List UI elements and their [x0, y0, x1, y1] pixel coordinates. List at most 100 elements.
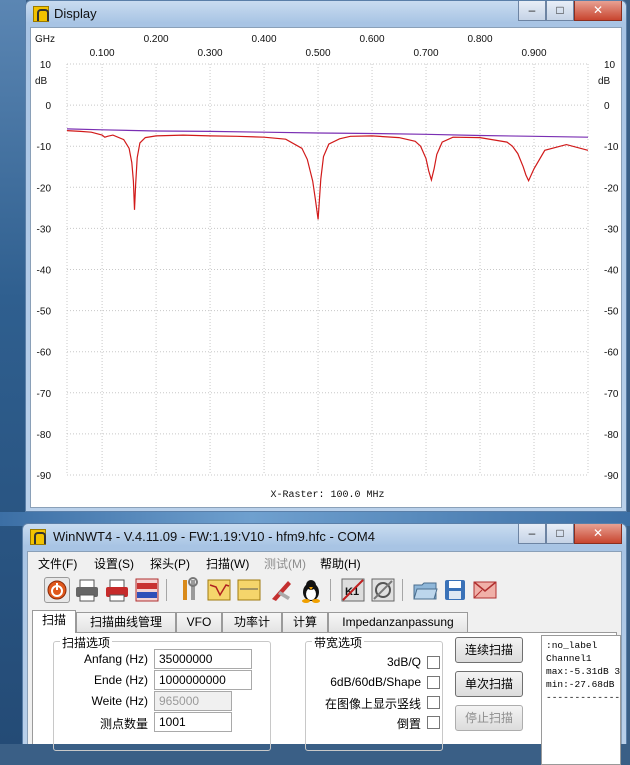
y-tick-label-right: -80 — [604, 430, 619, 441]
menu-help[interactable]: 帮助(H) — [320, 555, 361, 572]
scan-options-title: 扫描选项 — [60, 634, 113, 651]
menu-settings[interactable]: 设置(S) — [94, 555, 134, 572]
export-image-button[interactable] — [134, 577, 160, 603]
menu-scan[interactable]: 扫描(W) — [206, 555, 249, 572]
y-tick-label-right: -50 — [604, 307, 619, 318]
db-button[interactable] — [236, 577, 262, 603]
checkbox-invert-label: 倒置 — [396, 717, 421, 731]
checkbox-6db[interactable] — [427, 676, 440, 689]
print-color-button[interactable] — [104, 577, 130, 603]
winnwt4-window: WinNWT4 - V.4.11.09 - FW:1.19:V10 - hfm9… — [22, 523, 627, 765]
scan-tab-page: 扫描选项 Anfang (Hz) 35000000 Ende (Hz) 1000… — [32, 632, 621, 765]
tab-bar: 扫描 扫描曲线管理 VFO 功率计 计算 Impedanzanpassung — [32, 610, 617, 633]
y-tick-label-right: -20 — [604, 183, 619, 194]
points-input[interactable]: 1001 — [154, 712, 232, 732]
calibrate-button[interactable] — [370, 577, 396, 603]
start-label: Anfang (Hz) — [83, 652, 148, 666]
plot-area: 10 10 0 0 -10 -10 -20 -20 -30 -30 -40 -40 -50 -50 -60 -… — [30, 27, 622, 508]
checkbox-3db[interactable] — [427, 656, 440, 669]
checkbox-vertical-lines[interactable] — [427, 696, 440, 709]
tab-power-meter[interactable]: 功率计 — [222, 612, 282, 632]
open-folder-icon — [413, 582, 438, 600]
open-button[interactable] — [412, 577, 438, 603]
linux-penguin-icon — [302, 580, 320, 603]
db-icon — [237, 579, 261, 601]
x-tick-label: 0.500 — [306, 48, 331, 59]
tools-button[interactable] — [176, 577, 202, 603]
menu-test[interactable]: 测试(M) — [264, 555, 306, 572]
single-scan-button[interactable]: 单次扫描 — [455, 671, 523, 697]
checkbox-3db-label: 3dB/Q — [386, 655, 421, 669]
cut-button[interactable] — [268, 577, 294, 603]
main-content: 文件(F) 设置(S) 探头(P) 扫描(W) 测试(M) 帮助(H) 扫描 扫… — [27, 551, 622, 765]
start-frequency-input[interactable]: 35000000 — [154, 649, 252, 669]
tab-impedance-matching[interactable]: Impedanzanpassung — [328, 612, 468, 632]
toolbar-separator — [402, 579, 403, 601]
menu-file[interactable]: 文件(F) — [38, 555, 77, 572]
x-tick-label: 0.400 — [252, 34, 277, 45]
y-tick-label-right: -90 — [604, 471, 619, 482]
x-tick-label: 0.900 — [521, 48, 546, 59]
info-label: :no_label — [546, 640, 598, 651]
y-tick-label-left: -50 — [37, 307, 52, 318]
y-tick-label-left: -30 — [37, 224, 52, 235]
y-tick-label-right: 0 — [604, 101, 610, 112]
minimize-button[interactable]: – — [518, 1, 546, 21]
display-window: Display – □ ✕ 10 10 0 0 -10 -10 -20 -20 -30 -30 -4… — [25, 0, 627, 512]
save-icon — [445, 580, 465, 600]
app-icon — [33, 6, 49, 22]
maximize-button[interactable]: □ — [546, 524, 574, 544]
display-window-title: Display — [54, 6, 97, 21]
power-icon — [47, 580, 67, 600]
stop-scan-button[interactable]: 停止扫描 — [455, 705, 523, 731]
info-min: min:-27.68dB — [546, 679, 615, 690]
checkbox-invert[interactable] — [427, 716, 440, 729]
close-button[interactable]: ✕ — [574, 524, 622, 544]
info-max: max:-5.31dB 3 — [546, 666, 621, 677]
k1-icon: K1 — [341, 578, 365, 602]
envelope-icon — [473, 581, 497, 599]
info-channel: Channel1 — [546, 653, 592, 664]
power-button[interactable] — [44, 577, 70, 603]
y-unit-label-left: dB — [35, 76, 48, 87]
toolbar-separator — [330, 579, 331, 601]
save-button[interactable] — [442, 577, 468, 603]
end-frequency-input[interactable]: 1000000000 — [154, 670, 252, 690]
print-button[interactable] — [74, 577, 100, 603]
scan-options-group: 扫描选项 Anfang (Hz) 35000000 Ende (Hz) 1000… — [53, 634, 271, 751]
continuous-scan-button[interactable]: 连续扫描 — [455, 637, 523, 663]
mail-button[interactable] — [472, 577, 498, 603]
y-tick-label-left: -60 — [37, 348, 52, 359]
toolbar: K1 — [28, 573, 621, 607]
y-tick-label-left: -40 — [37, 266, 52, 277]
main-window-title: WinNWT4 - V.4.11.09 - FW:1.19:V10 - hfm9… — [53, 529, 375, 544]
printer-red-icon — [106, 579, 128, 602]
y-unit-label-right: dB — [598, 76, 611, 87]
knife-icon — [272, 581, 291, 601]
maximize-button[interactable]: □ — [546, 1, 574, 21]
x-unit-label: GHz — [35, 34, 55, 45]
tab-vfo[interactable]: VFO — [176, 612, 222, 632]
close-button[interactable]: ✕ — [574, 1, 622, 21]
measurement-info-box: :no_label Channel1 max:-5.31dB 3 min:-27.68… — [541, 635, 621, 765]
tab-calculate[interactable]: 计算 — [282, 612, 328, 632]
y-tick-label-right: -70 — [604, 389, 619, 400]
step-width-input[interactable]: 965000 — [154, 691, 232, 711]
display-titlebar[interactable]: Display – □ ✕ — [26, 1, 626, 27]
checkbox-vertical-lines-label: 在图像上显示竖线 — [324, 697, 421, 711]
width-label: Weite (Hz) — [91, 694, 148, 708]
chart-button[interactable] — [206, 577, 232, 603]
minimize-button[interactable]: – — [518, 524, 546, 544]
linux-button[interactable] — [298, 577, 324, 603]
main-titlebar[interactable]: WinNWT4 - V.4.11.09 - FW:1.19:V10 - hfm9… — [23, 524, 626, 550]
menu-probe[interactable]: 探头(P) — [150, 555, 190, 572]
png-bmp-icon — [135, 578, 159, 602]
y-tick-label-left: 0 — [45, 101, 51, 112]
y-tick-label-left: -80 — [37, 430, 52, 441]
tab-scan[interactable]: 扫描 — [32, 610, 76, 633]
y-tick-label-right: -40 — [604, 266, 619, 277]
y-tick-label-left: -90 — [37, 471, 52, 482]
tab-curve-management[interactable]: 扫描曲线管理 — [76, 612, 176, 632]
x-raster-label: X-Raster: 100.0 MHz — [270, 490, 384, 501]
k1-button[interactable]: K1 — [340, 577, 366, 603]
